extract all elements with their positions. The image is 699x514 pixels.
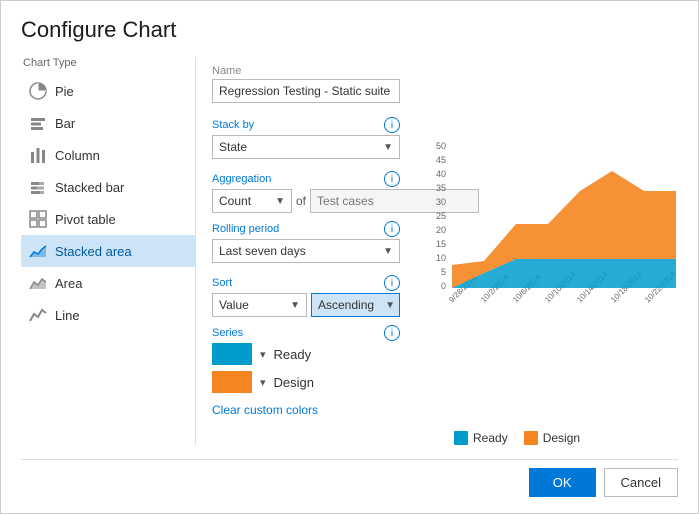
series-label: Series (212, 327, 243, 339)
aggregation-info-icon[interactable]: i (384, 171, 400, 187)
legend-swatch-design (524, 431, 538, 445)
name-input[interactable] (212, 79, 400, 103)
series-color-design[interactable] (212, 371, 252, 393)
svg-text:0: 0 (441, 281, 446, 291)
svg-text:50: 50 (436, 141, 446, 151)
dialog-body: Chart Type Pie (21, 57, 678, 445)
column-label: Column (55, 148, 100, 163)
sort-order-select-wrap[interactable]: Ascending Descending ▼ (311, 293, 400, 317)
pie-icon (29, 82, 47, 100)
area-icon (29, 274, 47, 292)
chart-type-panel: Chart Type Pie (21, 57, 196, 445)
sort-label-row: Sort i (212, 275, 400, 291)
svg-text:15: 15 (436, 239, 446, 249)
rolling-period-label-row: Rolling period i (212, 221, 400, 237)
legend-label-design: Design (543, 431, 580, 445)
svg-text:30: 30 (436, 197, 446, 207)
svg-text:10: 10 (436, 253, 446, 263)
series-chevron-design[interactable]: ▾ (260, 376, 266, 389)
configure-chart-dialog: Configure Chart Chart Type Pie (0, 0, 699, 514)
series-label-row: Series i (212, 325, 400, 341)
sort-select-wrap[interactable]: Value Label ▼ (212, 293, 307, 317)
stacked-bar-label: Stacked bar (55, 180, 124, 195)
bar-label: Bar (55, 116, 75, 131)
pivot-label: Pivot table (55, 212, 116, 227)
name-field-label: Name (212, 65, 241, 77)
dialog-title: Configure Chart (21, 17, 678, 43)
series-color-ready[interactable] (212, 343, 252, 365)
sort-order-select[interactable]: Ascending Descending (312, 294, 399, 316)
svg-text:35: 35 (436, 183, 446, 193)
chart-svg: 50 45 40 35 30 25 20 15 10 5 0 9/28/2014… (424, 57, 684, 425)
stack-by-label-row: Stack by i (212, 117, 400, 133)
stack-by-select-wrap[interactable]: State ▼ (212, 135, 400, 159)
legend-swatch-ready (454, 431, 468, 445)
sort-select[interactable]: Value Label (213, 294, 306, 316)
aggregation-label: Aggregation (212, 173, 271, 185)
chart-type-stacked-bar[interactable]: Stacked bar (21, 171, 195, 203)
legend-item-design: Design (524, 431, 580, 445)
series-name-design: Design (274, 375, 314, 390)
stacked-area-label: Stacked area (55, 244, 132, 259)
rolling-period-select-wrap[interactable]: Last seven days Last 30 days Last 90 day… (212, 239, 400, 263)
svg-text:45: 45 (436, 155, 446, 165)
of-text: of (296, 194, 306, 208)
legend-label-ready: Ready (473, 431, 508, 445)
aggregation-select[interactable]: Count Sum Average (213, 190, 291, 212)
chart-type-pie[interactable]: Pie (21, 75, 195, 107)
rolling-period-label: Rolling period (212, 223, 279, 235)
stack-by-select[interactable]: State (213, 136, 399, 158)
legend-item-ready: Ready (454, 431, 508, 445)
chart-type-column[interactable]: Column (21, 139, 195, 171)
chart-type-stacked-area[interactable]: Stacked area (21, 235, 195, 267)
rolling-period-select[interactable]: Last seven days Last 30 days Last 90 day… (213, 240, 399, 262)
aggregation-row: Count Sum Average ▼ of (212, 189, 400, 213)
dialog-footer: OK Cancel (21, 459, 678, 497)
name-label-row: Name (212, 65, 400, 77)
pivot-icon (29, 210, 47, 228)
sort-row: Value Label ▼ Ascending Descending ▼ (212, 293, 400, 317)
series-item-ready: ▾ Ready (212, 343, 400, 365)
chart-type-pivot-table[interactable]: Pivot table (21, 203, 195, 235)
pie-label: Pie (55, 84, 74, 99)
clear-custom-colors-link[interactable]: Clear custom colors (212, 403, 318, 417)
rolling-period-info-icon[interactable]: i (384, 221, 400, 237)
chart-legend: Ready Design (424, 431, 684, 445)
svg-text:25: 25 (436, 211, 446, 221)
chart-type-label: Chart Type (21, 57, 195, 69)
aggregation-select-wrap[interactable]: Count Sum Average ▼ (212, 189, 292, 213)
bar-icon (29, 114, 47, 132)
line-icon (29, 306, 47, 324)
stacked-bar-icon (29, 178, 47, 196)
chart-panel: 50 45 40 35 30 25 20 15 10 5 0 9/28/2014… (416, 57, 684, 445)
area-label: Area (55, 276, 82, 291)
svg-text:5: 5 (441, 267, 446, 277)
column-icon (29, 146, 47, 164)
chart-type-list: Pie Bar (21, 75, 195, 331)
series-chevron-ready[interactable]: ▾ (260, 348, 266, 361)
chart-type-bar[interactable]: Bar (21, 107, 195, 139)
stack-by-info-icon[interactable]: i (384, 117, 400, 133)
sort-info-icon[interactable]: i (384, 275, 400, 291)
stack-by-label: Stack by (212, 119, 254, 131)
chart-type-line[interactable]: Line (21, 299, 195, 331)
form-panel: Name Stack by i State ▼ Aggregation i (196, 57, 416, 445)
line-label: Line (55, 308, 80, 323)
series-item-design: ▾ Design (212, 371, 400, 393)
aggregation-label-row: Aggregation i (212, 171, 400, 187)
ok-button[interactable]: OK (529, 468, 596, 497)
svg-text:40: 40 (436, 169, 446, 179)
series-info-icon[interactable]: i (384, 325, 400, 341)
stacked-area-icon (29, 242, 47, 260)
series-name-ready: Ready (274, 347, 312, 362)
chart-type-area[interactable]: Area (21, 267, 195, 299)
cancel-button[interactable]: Cancel (604, 468, 678, 497)
sort-label: Sort (212, 277, 232, 289)
svg-text:20: 20 (436, 225, 446, 235)
